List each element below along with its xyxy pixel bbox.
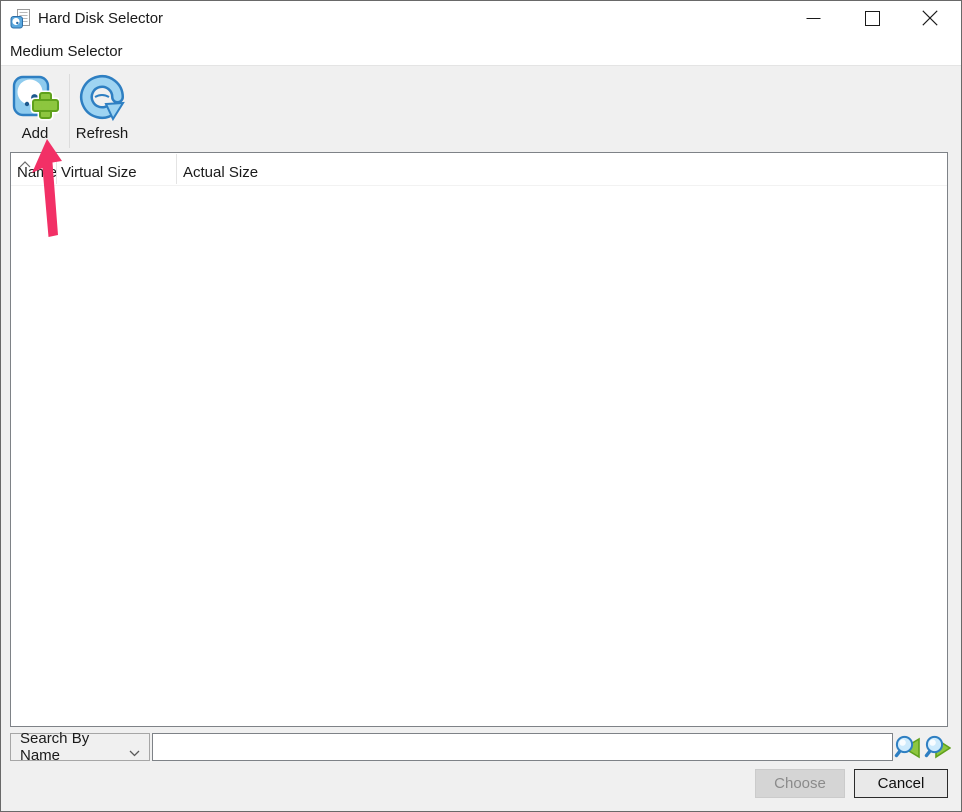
column-header-actual-size[interactable]: Actual Size — [183, 164, 258, 181]
media-list-panel: Name Virtual Size Actual Size — [10, 152, 948, 727]
minimize-icon — [806, 11, 821, 26]
sort-ascending-icon — [19, 155, 31, 162]
search-next-icon — [924, 734, 951, 761]
cancel-button[interactable]: Cancel — [854, 769, 948, 798]
search-previous-button[interactable] — [894, 734, 921, 761]
app-icon — [10, 8, 31, 29]
titlebar-area: Hard Disk Selector Medium Selector — [0, 0, 962, 65]
close-icon — [922, 10, 938, 26]
menu-item-medium-selector[interactable]: Medium Selector — [10, 42, 123, 61]
maximize-icon — [865, 11, 880, 26]
search-previous-icon — [894, 734, 921, 761]
column-divider — [56, 154, 57, 184]
hard-disk-add-icon — [11, 73, 59, 121]
window-title: Hard Disk Selector — [38, 10, 163, 27]
chevron-down-icon — [129, 744, 140, 751]
close-button[interactable] — [908, 0, 952, 36]
search-input[interactable] — [152, 733, 893, 761]
column-header-name[interactable]: Name — [17, 164, 57, 181]
refresh-button-label: Refresh — [71, 125, 133, 142]
media-list-body[interactable] — [11, 186, 947, 726]
maximize-button[interactable] — [850, 0, 894, 36]
add-button[interactable]: Add — [4, 73, 66, 142]
column-header-virtual-size[interactable]: Virtual Size — [61, 164, 137, 181]
toolbar: Add Refresh — [0, 65, 962, 152]
refresh-icon — [78, 73, 126, 121]
search-mode-dropdown[interactable]: Search By Name — [10, 733, 150, 761]
add-button-label: Add — [4, 125, 66, 142]
search-mode-value: Search By Name — [20, 730, 129, 764]
minimize-button[interactable] — [791, 0, 835, 36]
column-divider — [176, 154, 177, 184]
refresh-button[interactable]: Refresh — [71, 73, 133, 142]
toolbar-separator — [69, 74, 70, 148]
search-next-button[interactable] — [924, 734, 951, 761]
choose-button[interactable]: Choose — [755, 769, 845, 798]
